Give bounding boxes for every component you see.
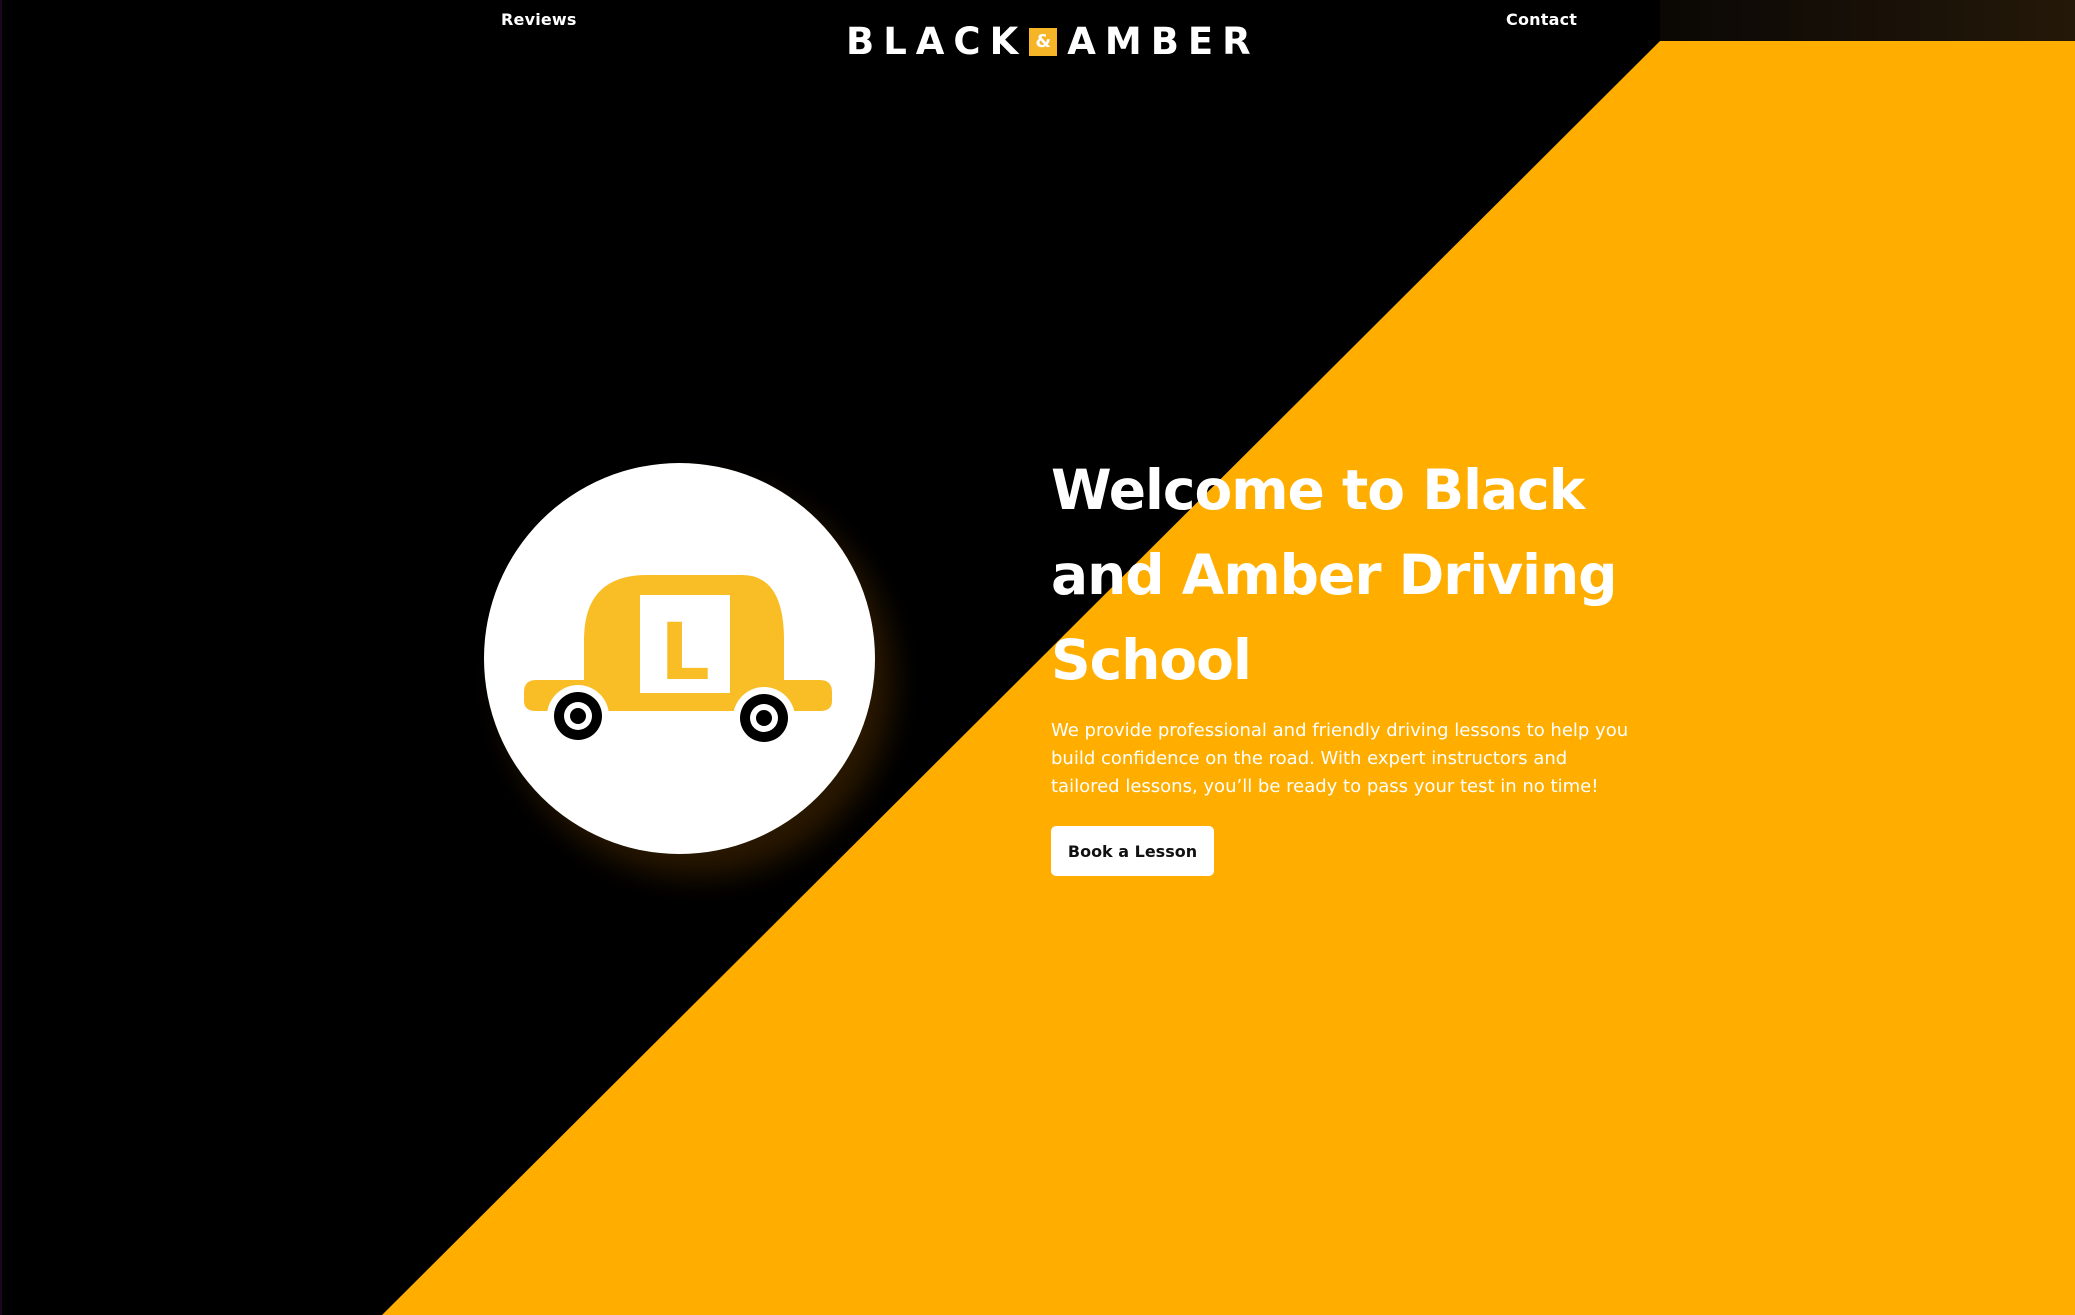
left-edge	[0, 0, 2, 1315]
logo-word-black: BLACK	[846, 20, 1028, 63]
front-wheel	[547, 685, 609, 747]
learner-car-icon: L	[524, 575, 832, 749]
hero-logo-circle: L	[484, 463, 875, 854]
top-right-band	[1660, 0, 2075, 41]
logo-ampersand: &	[1029, 28, 1058, 56]
brand-logo[interactable]: BLACK & AMBER	[846, 20, 1260, 63]
rear-wheel	[733, 687, 795, 749]
hero-title: Welcome to Black and Amber Driving Schoo…	[1051, 458, 1617, 692]
nav-contact-link[interactable]: Contact	[1506, 10, 1577, 29]
book-lesson-button[interactable]: Book a Lesson	[1051, 826, 1214, 876]
l-plate-letter: L	[660, 608, 710, 698]
page: Reviews BLACK & AMBER Contact L Welcome …	[0, 0, 2075, 1315]
hero-description: We provide professional and friendly dri…	[1051, 720, 1629, 797]
logo-word-amber: AMBER	[1067, 20, 1260, 63]
nav-reviews-link[interactable]: Reviews	[501, 10, 577, 29]
hero-background	[0, 0, 2075, 1315]
